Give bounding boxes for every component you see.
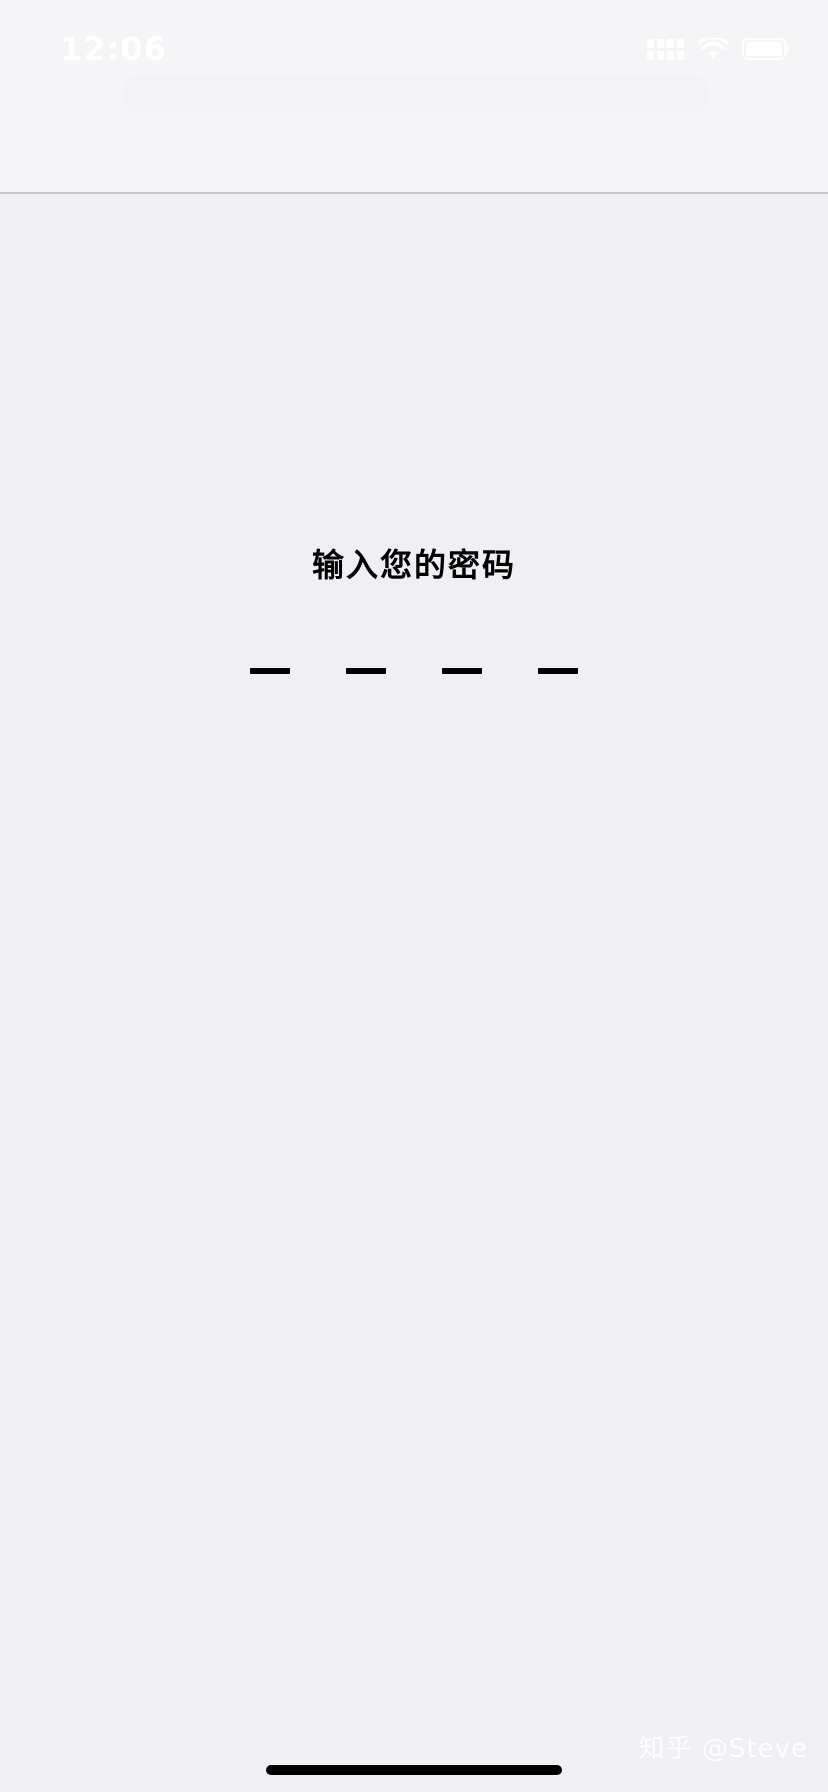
passcode-area: 输入您的密码 <box>0 540 828 674</box>
navigation-header: 12:06 <box>0 0 828 194</box>
passcode-title: 输入您的密码 <box>311 546 516 584</box>
passcode-slot <box>538 668 578 674</box>
passcode-slot <box>250 668 290 674</box>
status-icons <box>647 38 790 60</box>
passcode-slot <box>346 668 386 674</box>
status-time: 12:06 <box>60 30 167 68</box>
battery-icon <box>742 38 790 60</box>
passcode-slot <box>442 668 482 674</box>
signal-icon <box>647 38 684 60</box>
wifi-icon <box>698 38 728 60</box>
search-bar[interactable] <box>124 76 708 114</box>
home-indicator[interactable] <box>266 1765 562 1775</box>
watermark: 知乎 @Steve <box>638 1734 808 1764</box>
passcode-slots[interactable] <box>0 668 828 674</box>
